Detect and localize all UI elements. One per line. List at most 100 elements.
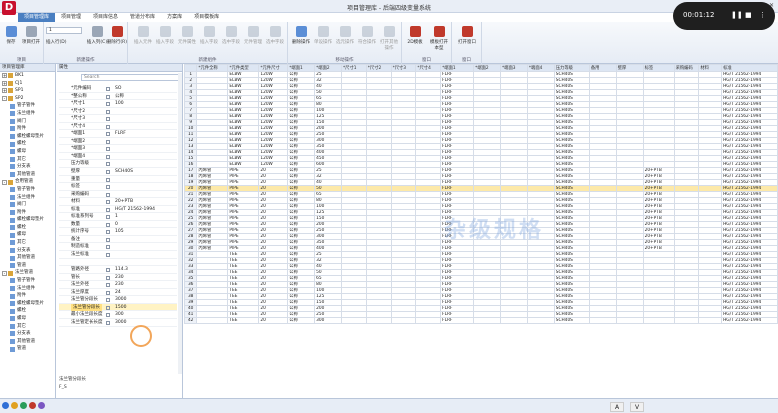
property-row[interactable]: 法兰管分段长 1500 [59,303,177,312]
column-header[interactable]: *元件类型 [227,64,260,72]
property-checkbox[interactable] [106,275,110,280]
property-value[interactable]: 20+PTB [115,198,133,206]
property-value[interactable]: 3000 [115,296,126,304]
select-field-button[interactable]: 选中字段 [220,26,242,45]
property-checkbox[interactable] [106,253,110,258]
property-checkbox[interactable] [106,185,110,190]
property-checkbox[interactable] [106,102,110,107]
collapse-icon[interactable]: - [2,179,7,185]
property-checkbox[interactable] [106,230,110,235]
select-field-2-button[interactable]: 选中字段 [264,26,286,45]
property-row[interactable]: 标签 [59,183,177,191]
pause-icon[interactable]: ❚❚ [731,11,743,19]
property-checkbox[interactable] [106,162,110,167]
property-checkbox[interactable] [106,192,110,197]
property-row[interactable]: 管长 230 [59,274,177,282]
grid-cell[interactable] [473,317,502,324]
property-row[interactable]: 压力等级 [59,160,177,169]
element-props-button[interactable]: 元件属性 [176,26,198,45]
delete-op-button[interactable]: 删除操作 [290,26,312,45]
property-checkbox[interactable] [106,268,110,273]
insert-field-2-button[interactable]: 插入字段 [198,26,220,45]
tree-item[interactable]: 螺母 [0,315,55,323]
insert-element-button[interactable]: 插入元件 [132,26,154,45]
column-header[interactable]: *端面4 [526,64,555,72]
tree-item[interactable]: 阀门 [0,201,55,209]
property-checkbox[interactable] [106,177,110,182]
property-row[interactable]: 标准系列号 1 [59,213,177,221]
tree-item[interactable]: 法兰组件 [0,194,55,202]
property-row[interactable]: 统计序号 105 [59,228,177,236]
tab-project-manage[interactable]: 项目管理 [55,13,87,22]
property-checkbox[interactable] [106,207,110,212]
grid-cell[interactable]: 300 [314,317,342,324]
property-value[interactable]: 1 [115,213,118,221]
column-header[interactable]: 标准 [721,64,778,72]
expand-icon[interactable]: + [2,73,7,79]
property-checkbox[interactable] [106,147,110,152]
tree-item[interactable]: 法兰组件 [0,110,55,118]
explorer-icon[interactable] [11,402,18,409]
tab-project-info[interactable]: 项目库信息 [87,13,124,22]
property-checkbox[interactable] [106,87,110,91]
template-2d-button[interactable]: 2D模板 [404,26,426,45]
expand-button[interactable]: V [630,402,644,412]
property-row[interactable]: 最小法兰段长度 300 [59,311,177,319]
grid-cell[interactable] [415,317,442,324]
grid-cell[interactable] [365,317,392,324]
property-checkbox[interactable] [106,132,110,137]
column-header[interactable]: *端面1 [440,64,475,72]
column-header[interactable]: 压力等级 [553,64,590,72]
property-row[interactable]: *元件编码 SO [59,85,177,93]
property-row[interactable]: *端面1 FLRF [59,130,177,138]
grid-cell[interactable] [390,317,417,324]
property-value[interactable]: 100 [115,100,124,108]
property-row[interactable]: *端面2 [59,138,177,146]
property-scrollbar[interactable] [178,73,182,374]
single-op-button[interactable]: 单设操作 [312,26,334,45]
property-row[interactable]: 壁厚 SCH40S [59,168,177,176]
grid-cell[interactable]: SCH40S [553,317,590,324]
tree-item[interactable]: - 合用管道 [0,178,55,186]
property-row[interactable]: 法兰管定长长度 3000 [59,319,177,327]
property-row[interactable]: *尺寸3 [59,115,177,123]
property-value[interactable]: 230 [115,281,124,289]
property-value[interactable]: 230 [115,274,124,282]
tab-template[interactable]: 项目模板库 [188,13,225,22]
property-row[interactable]: *尺寸1 100 [59,100,177,108]
tree-item[interactable]: 螺栓螺母垫片 [0,300,55,308]
tree-item[interactable]: 阀门 [0,118,55,126]
element-manage-button[interactable]: 元件管理 [242,26,264,45]
tree-item[interactable]: 管子管件 [0,186,55,194]
grid-cell[interactable] [588,317,617,324]
table-row[interactable]: 42 TEE 20 公称 300 FLRF SCH40S HG/T 21562-1994 [184,317,778,324]
tree-item[interactable]: 附件 [0,292,55,300]
property-row[interactable]: 法兰标准 [59,251,177,259]
font-button[interactable]: A [610,402,624,412]
property-row[interactable]: 标准 HG/T 21562-1994 [59,206,177,214]
property-checkbox[interactable] [106,320,110,325]
insert-field-button[interactable]: 插入字段 [154,26,176,45]
tree-item[interactable]: - 法兰管道 [0,269,55,277]
column-header[interactable]: *元件尺寸 [258,64,289,72]
app-logo[interactable]: D [2,1,16,15]
delete-row-button[interactable]: 删除行(R) [106,26,128,45]
property-checkbox[interactable] [106,237,110,242]
tree-item[interactable]: 螺栓 [0,307,55,315]
stop-icon[interactable]: ■ [745,11,752,19]
open-project-button[interactable]: 项目打开 [20,26,42,45]
column-header[interactable]: 壁厚 [615,64,644,72]
tree-item[interactable]: 其它 [0,239,55,247]
tree-item[interactable]: 附件 [0,125,55,133]
grid-cell[interactable] [698,317,723,324]
column-header[interactable]: 备用 [588,64,617,72]
property-row[interactable] [59,259,177,267]
tree-item[interactable]: 螺栓螺母垫片 [0,133,55,141]
property-row[interactable]: 备注 [59,236,177,244]
grid-cell[interactable] [341,317,367,324]
tree-item[interactable]: + CJ1 [0,80,55,88]
property-search-input[interactable]: Search [81,74,179,81]
column-header[interactable]: *端面2 [473,64,502,72]
media-icon[interactable] [38,402,45,409]
tree-item[interactable]: 管道 [0,345,55,353]
